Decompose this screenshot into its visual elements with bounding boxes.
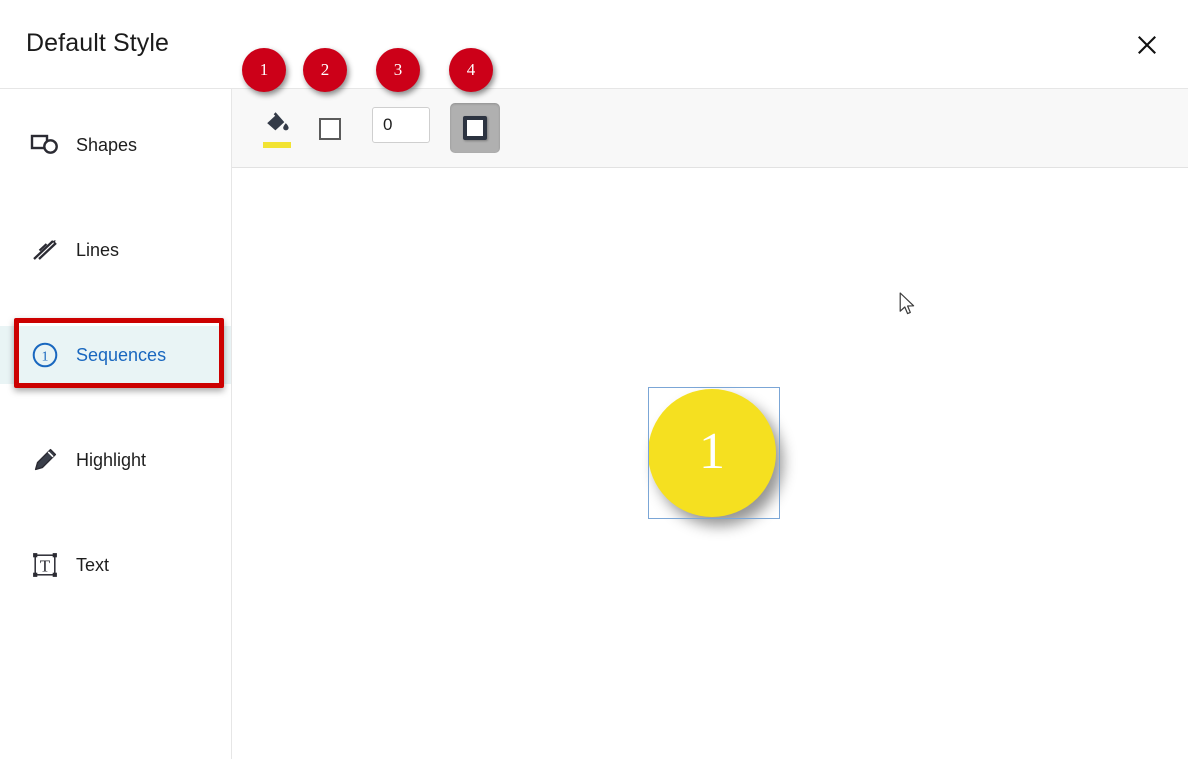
sidebar-item-highlight[interactable]: Highlight <box>0 431 231 489</box>
fill-color-tool[interactable] <box>254 106 300 152</box>
close-button[interactable] <box>1122 20 1172 70</box>
sequence-number-icon: 1 <box>26 341 64 369</box>
sidebar-item-label: Text <box>76 554 110 575</box>
callout-badge-1: 1 <box>242 48 286 92</box>
default-style-dialog: Default Style Shapes Lines 1 Sequences H… <box>0 0 1188 759</box>
paint-bucket-icon <box>263 111 291 140</box>
callout-badge-3: 3 <box>376 48 420 92</box>
sidebar-item-lines[interactable]: Lines <box>0 221 231 279</box>
sidebar-item-label: Sequences <box>76 344 167 365</box>
style-toolbar <box>232 89 1188 168</box>
sidebar-item-label: Lines <box>76 239 120 260</box>
sidebar-item-label: Shapes <box>76 134 138 155</box>
sequence-object[interactable]: 1 <box>648 387 780 519</box>
page-title: Default Style <box>26 29 170 57</box>
svg-text:T: T <box>40 556 51 575</box>
shape-style-button[interactable] <box>450 103 500 153</box>
sidebar: Shapes Lines 1 Sequences Highlight T Tex… <box>0 89 232 759</box>
square-swatch-icon <box>319 118 341 140</box>
fill-color-swatch <box>263 141 291 148</box>
callout-badge-2: 2 <box>303 48 347 92</box>
close-icon <box>1135 33 1159 57</box>
pen-highlight-icon <box>26 446 64 474</box>
sidebar-item-label: Highlight <box>76 449 147 470</box>
filled-square-icon <box>463 116 487 140</box>
sidebar-item-sequences[interactable]: 1 Sequences <box>0 326 231 384</box>
sidebar-item-text[interactable]: T Text <box>0 536 231 594</box>
drawing-canvas[interactable]: 1 <box>233 169 1188 759</box>
border-color-tool[interactable] <box>312 111 348 147</box>
shapes-icon <box>26 132 64 158</box>
svg-text:1: 1 <box>42 349 49 364</box>
text-box-icon: T <box>26 551 64 579</box>
dialog-header: Default Style <box>0 0 1188 89</box>
sidebar-item-shapes[interactable]: Shapes <box>0 116 231 174</box>
border-width-input[interactable] <box>372 107 430 143</box>
lines-icon <box>26 237 64 263</box>
selection-rectangle <box>648 387 780 519</box>
callout-badge-4: 4 <box>449 48 493 92</box>
